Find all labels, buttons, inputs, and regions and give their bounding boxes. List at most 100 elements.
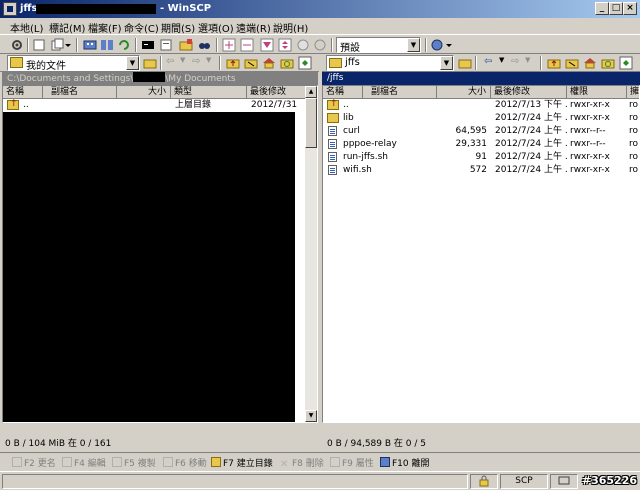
column-modified[interactable]: 最後修改 [247, 86, 307, 99]
winscp-app-icon[interactable] [3, 2, 17, 16]
open-folder-icon[interactable] [143, 56, 157, 70]
unselect-icon[interactable] [240, 38, 254, 52]
file-permissions: rwxr-xr-x [570, 152, 610, 162]
list-item[interactable]: .. 上層目錄 2012/7/31 [3, 98, 317, 112]
menu-commands[interactable]: 命令(C) [124, 20, 159, 35]
local-status: 0 B / 104 MiB 在 0 / 161 [5, 439, 112, 449]
column-extension[interactable]: 副檔名 [43, 86, 117, 99]
putty-icon[interactable] [159, 38, 173, 52]
column-size[interactable]: 大小 [117, 86, 171, 99]
copy-queue-icon[interactable] [50, 38, 64, 52]
local-drive-select[interactable]: 我的文件 ▼ [7, 55, 140, 72]
column-type[interactable]: 類型 [171, 86, 247, 99]
console-icon[interactable] [32, 38, 46, 52]
find-files-icon[interactable] [197, 38, 211, 52]
file-owner: ro [629, 126, 639, 136]
minimize-button[interactable]: _ [595, 2, 609, 15]
chevron-down-icon[interactable]: ▼ [525, 56, 539, 70]
explorer-icon[interactable] [298, 56, 312, 70]
chevron-down-icon[interactable]: ▼ [440, 56, 453, 70]
scroll-up-button[interactable]: ▲ [305, 86, 317, 98]
select-icon[interactable] [222, 38, 236, 52]
f7-create-directory-button[interactable]: F7 建立目錄 [211, 456, 273, 469]
local-vertical-scrollbar[interactable]: ▲ ▼ [305, 86, 317, 422]
transfer-profile-select[interactable]: 預設 ▼ [336, 37, 421, 54]
file-name: .. [23, 100, 29, 110]
menu-options[interactable]: 選項(O) [198, 20, 234, 35]
root-directory-icon[interactable] [565, 56, 579, 70]
new-session-icon[interactable] [83, 38, 97, 52]
column-name[interactable]: 名稱 [3, 86, 43, 99]
maximize-button[interactable]: □ [609, 2, 623, 15]
list-item[interactable]: run-jffs.sh 91 2012/7/24 上午 ... rwxr-xr-… [323, 151, 639, 164]
terminal-icon[interactable] [141, 38, 155, 52]
file-size: 29,331 [455, 139, 488, 149]
refresh-local-icon[interactable] [280, 56, 294, 70]
list-item[interactable]: .. 2012/7/13 下午 ... rwxr-xr-x ro [323, 98, 639, 112]
home-icon[interactable] [583, 56, 597, 70]
remote-directory-select[interactable]: jffs ▼ [326, 55, 454, 71]
copy-icon [112, 457, 122, 467]
stop-icon[interactable] [296, 38, 310, 52]
menu-remote[interactable]: 遠端(R) [236, 20, 271, 35]
f2-rename-button[interactable]: F2 更名 [12, 456, 56, 469]
back-icon[interactable]: ⇦ [166, 56, 180, 70]
filter-icon[interactable] [260, 38, 274, 52]
remote-file-list[interactable]: 名稱 副檔名 大小 最後修改 權限 擁 .. 2012/7/13 下午 ... … [322, 85, 640, 423]
refresh-remote-icon[interactable] [601, 56, 615, 70]
parent-directory-icon[interactable] [547, 56, 561, 70]
local-file-list[interactable]: 名稱 副檔名 大小 類型 最後修改 .. 上層目錄 2012/7/31 ▲ ▼ [2, 85, 318, 423]
close-button[interactable]: × [623, 2, 637, 15]
refresh-icon[interactable] [117, 38, 131, 52]
column-extension[interactable]: 副檔名 [363, 86, 437, 99]
list-item[interactable]: pppoe-relay 29,331 2012/7/24 上午 ... rwxr… [323, 138, 639, 151]
column-name[interactable]: 名稱 [323, 86, 363, 99]
parent-directory-icon[interactable] [226, 56, 240, 70]
transfer-settings-icon[interactable] [430, 38, 444, 52]
open-directory-icon[interactable] [179, 38, 193, 52]
reload-icon[interactable] [313, 38, 327, 52]
home-icon[interactable] [262, 56, 276, 70]
column-permissions[interactable]: 權限 [567, 86, 627, 99]
list-item[interactable]: curl 64,595 2012/7/24 上午 ... rwxr--r-- r… [323, 125, 639, 138]
scroll-thumb[interactable] [305, 98, 317, 148]
file-name: run-jffs.sh [343, 152, 388, 162]
chevron-down-icon[interactable] [445, 38, 453, 52]
chevron-down-icon[interactable]: ▼ [407, 38, 420, 52]
root-directory-icon[interactable] [244, 56, 258, 70]
column-size[interactable]: 大小 [437, 86, 491, 99]
column-modified[interactable]: 最後修改 [491, 86, 567, 99]
menu-mark[interactable]: 標記(M) [49, 20, 85, 35]
file-owner: ro [629, 100, 639, 110]
f5-copy-button[interactable]: F5 複製 [112, 456, 156, 469]
menu-local[interactable]: 本地(L) [10, 20, 43, 35]
f9-properties-button[interactable]: F9 屬性 [330, 456, 374, 469]
list-item[interactable]: lib 2012/7/24 上午 ... rwxr-xr-x ro [323, 112, 639, 125]
f6-move-button[interactable]: F6 移動 [163, 456, 207, 469]
back-icon[interactable]: ⇦ [484, 56, 498, 70]
menu-session[interactable]: 期間(S) [161, 20, 195, 35]
find-remote-icon[interactable] [619, 56, 633, 70]
local-drive-value: 我的文件 [26, 61, 66, 72]
left-panel-toolbar: 我的文件 ▼ ⇦ ▼ ⇨ ▼ [0, 54, 319, 72]
f8-delete-button[interactable]: ✕ F8 刪除 [280, 456, 324, 470]
chevron-down-icon[interactable]: ▼ [126, 56, 139, 70]
scroll-down-button[interactable]: ▼ [305, 410, 317, 422]
menu-help[interactable]: 說明(H) [273, 20, 308, 35]
forward-icon[interactable]: ⇨ [511, 56, 525, 70]
f4-edit-button[interactable]: F4 編輯 [62, 456, 106, 469]
folder-icon [327, 113, 339, 123]
f10-quit-button[interactable]: F10 離開 [380, 456, 430, 469]
column-owner[interactable]: 擁 [627, 86, 639, 99]
my-documents-icon [10, 57, 23, 68]
file-modified: 2012/7/24 上午 ... [495, 139, 567, 149]
preferences-icon[interactable] [10, 38, 24, 52]
open-folder-icon[interactable] [458, 56, 472, 70]
menu-files[interactable]: 檔案(F) [88, 20, 122, 35]
sort-icon[interactable] [278, 38, 292, 52]
chevron-down-icon[interactable] [64, 38, 72, 52]
forward-icon[interactable]: ⇨ [192, 56, 206, 70]
chevron-down-icon[interactable]: ▼ [206, 56, 220, 70]
synchronize-icon[interactable] [100, 38, 114, 52]
list-item[interactable]: wifi.sh 572 2012/7/24 上午 ... rwxr-xr-x r… [323, 164, 639, 177]
